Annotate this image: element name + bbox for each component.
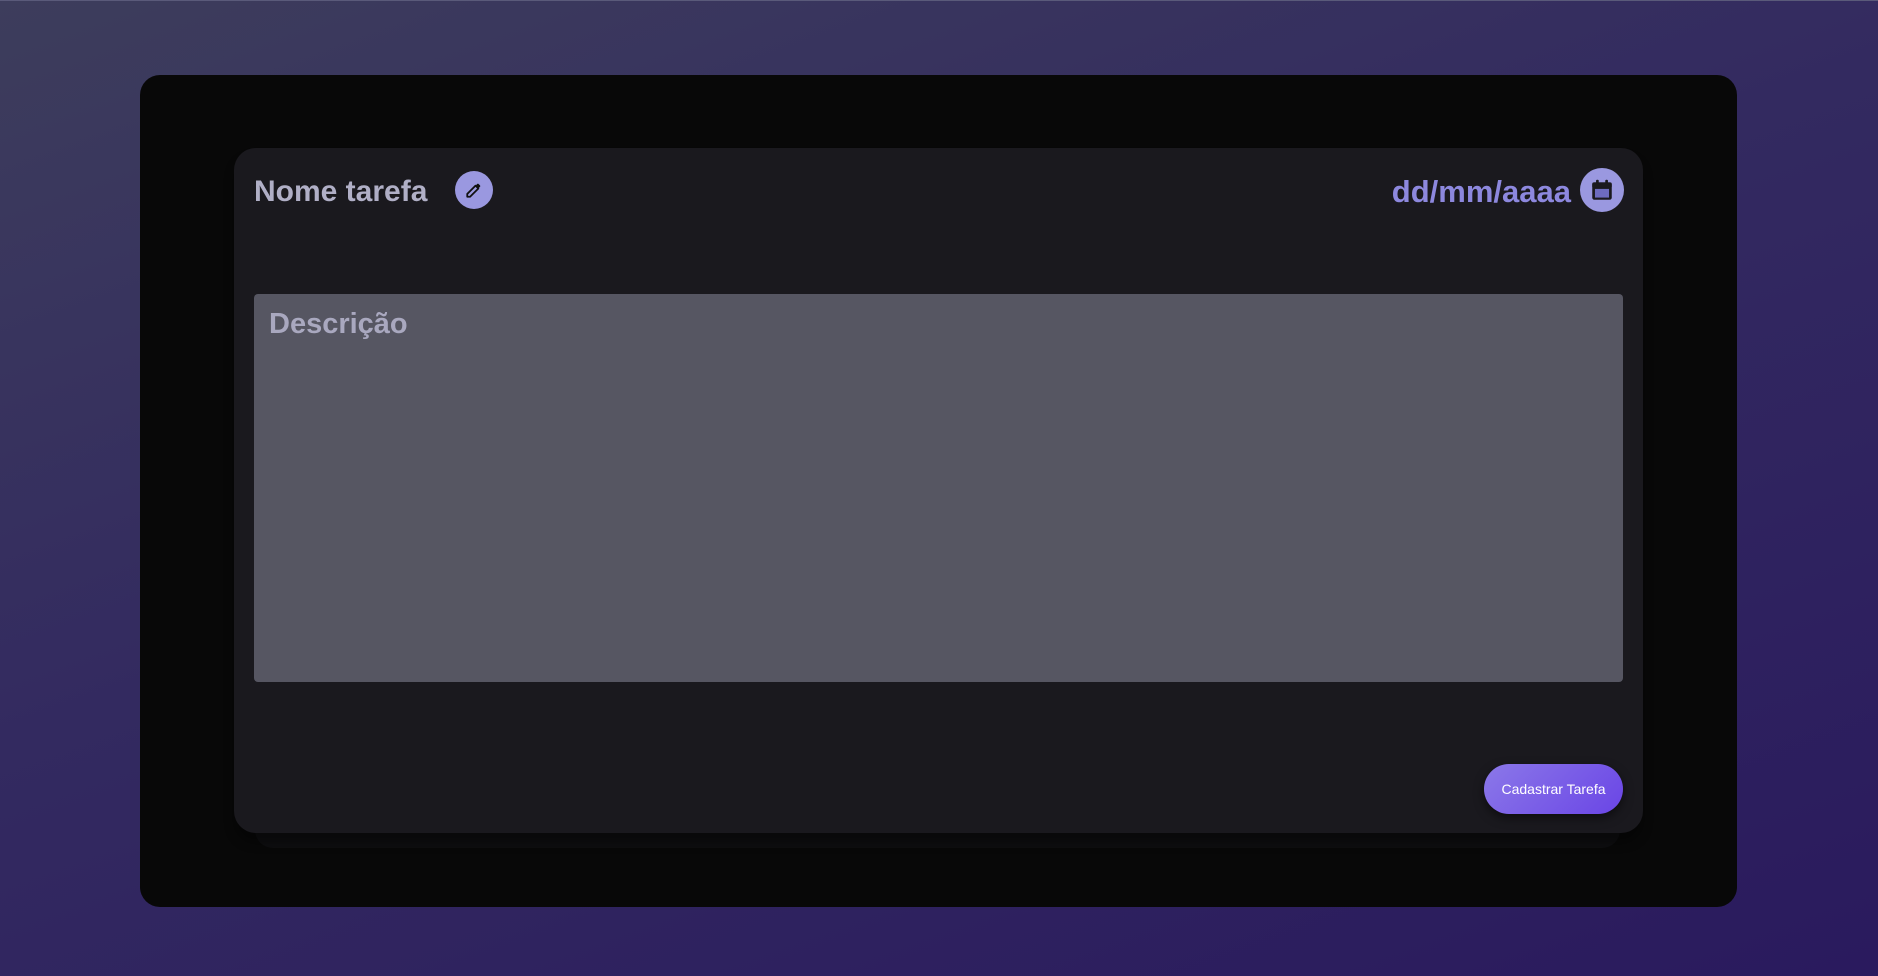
- submit-task-button[interactable]: Cadastrar Tarefa: [1484, 764, 1623, 814]
- pencil-icon: [465, 181, 483, 199]
- top-border: [0, 0, 1878, 1]
- date-field[interactable]: dd/mm/aaaa: [1392, 172, 1571, 212]
- calendar-icon: [1589, 177, 1615, 203]
- description-textarea[interactable]: [254, 294, 1623, 682]
- task-name-input[interactable]: [254, 172, 434, 212]
- task-form-card: dd/mm/aaaa Cadastrar Tarefa: [234, 148, 1643, 833]
- edit-task-name-button[interactable]: [455, 171, 493, 209]
- date-picker-button[interactable]: [1580, 168, 1624, 212]
